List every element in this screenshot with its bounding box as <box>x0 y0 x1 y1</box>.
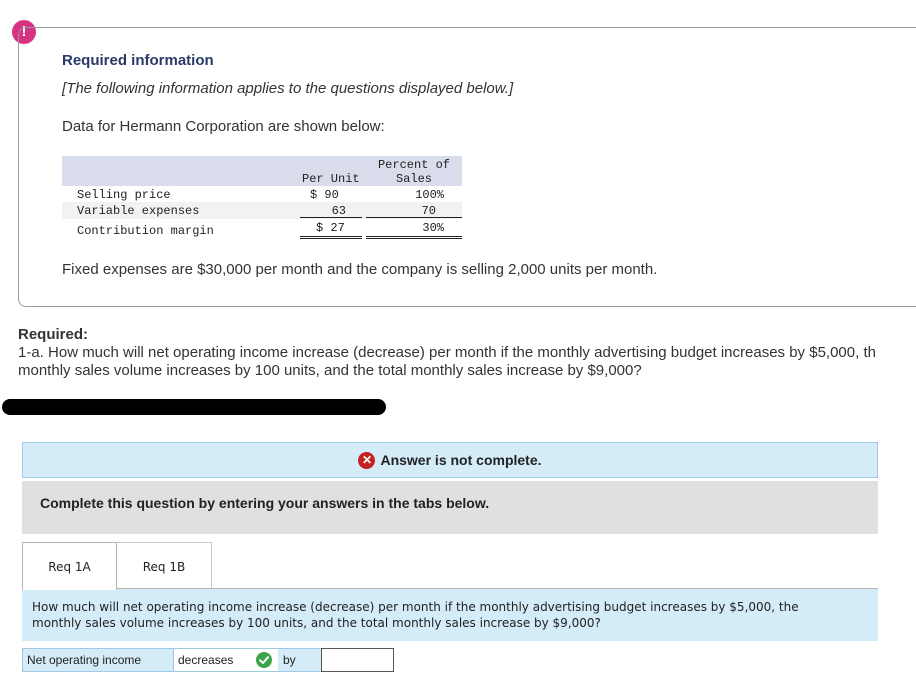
subtotal-rule <box>366 217 462 218</box>
required-information-subtitle: [The following information applies to th… <box>62 80 514 97</box>
check-circle-icon <box>256 652 272 668</box>
total-double-rule <box>366 238 462 239</box>
required-information-title: Required information <box>62 52 214 69</box>
total-double-rule <box>300 238 362 239</box>
table-row-label: Selling price <box>77 188 171 202</box>
required-question-text: 1-a. How much will net operating income … <box>18 344 876 379</box>
question-panel-text: How much will net operating income incre… <box>32 600 799 630</box>
net-operating-income-label: Net operating income <box>22 648 174 672</box>
per-unit-header: Per Unit <box>302 172 360 186</box>
table-cell-percent: 100% <box>415 188 444 202</box>
direction-dropdown[interactable]: decreases <box>174 648 294 672</box>
table-cell-per-unit: 63 <box>331 204 346 218</box>
total-double-rule <box>366 236 462 237</box>
total-double-rule <box>300 236 362 237</box>
direction-value: decreases <box>178 653 234 667</box>
by-label: by <box>278 648 322 672</box>
answer-status-text: Answer is not complete. <box>380 452 542 468</box>
table-cell-percent: 70 <box>421 204 436 218</box>
table-cell-per-unit: $ 90 <box>310 188 339 202</box>
tab-req-1a[interactable]: Req 1A <box>22 542 117 590</box>
redaction-bar <box>2 399 386 415</box>
x-circle-icon: ✕ <box>358 451 376 469</box>
answer-status-banner: ✕ Answer is not complete. <box>22 442 878 478</box>
tab-label: Req 1B <box>142 560 186 574</box>
fixed-expenses-text: Fixed expenses are $30,000 per month and… <box>62 261 658 278</box>
subtotal-rule <box>300 217 362 218</box>
question-panel: How much will net operating income incre… <box>22 589 878 641</box>
instruction-bar: Complete this question by entering your … <box>22 481 878 534</box>
table-cell-percent: 30% <box>422 221 444 235</box>
required-label: Required: <box>18 326 89 343</box>
table-cell-per-unit: $ 27 <box>316 221 345 235</box>
data-intro-text: Data for Hermann Corporation are shown b… <box>62 118 385 135</box>
table-row-label: Contribution margin <box>77 224 214 238</box>
table-row-label: Variable expenses <box>77 204 200 218</box>
percent-header-line1: Percent of <box>377 158 450 172</box>
tab-req-1b[interactable]: Req 1B <box>117 542 212 589</box>
percent-header-line2: Sales <box>395 172 432 186</box>
instruction-text: Complete this question by entering your … <box>40 495 490 511</box>
tab-label: Req 1A <box>48 560 91 574</box>
amount-input[interactable] <box>321 648 394 672</box>
